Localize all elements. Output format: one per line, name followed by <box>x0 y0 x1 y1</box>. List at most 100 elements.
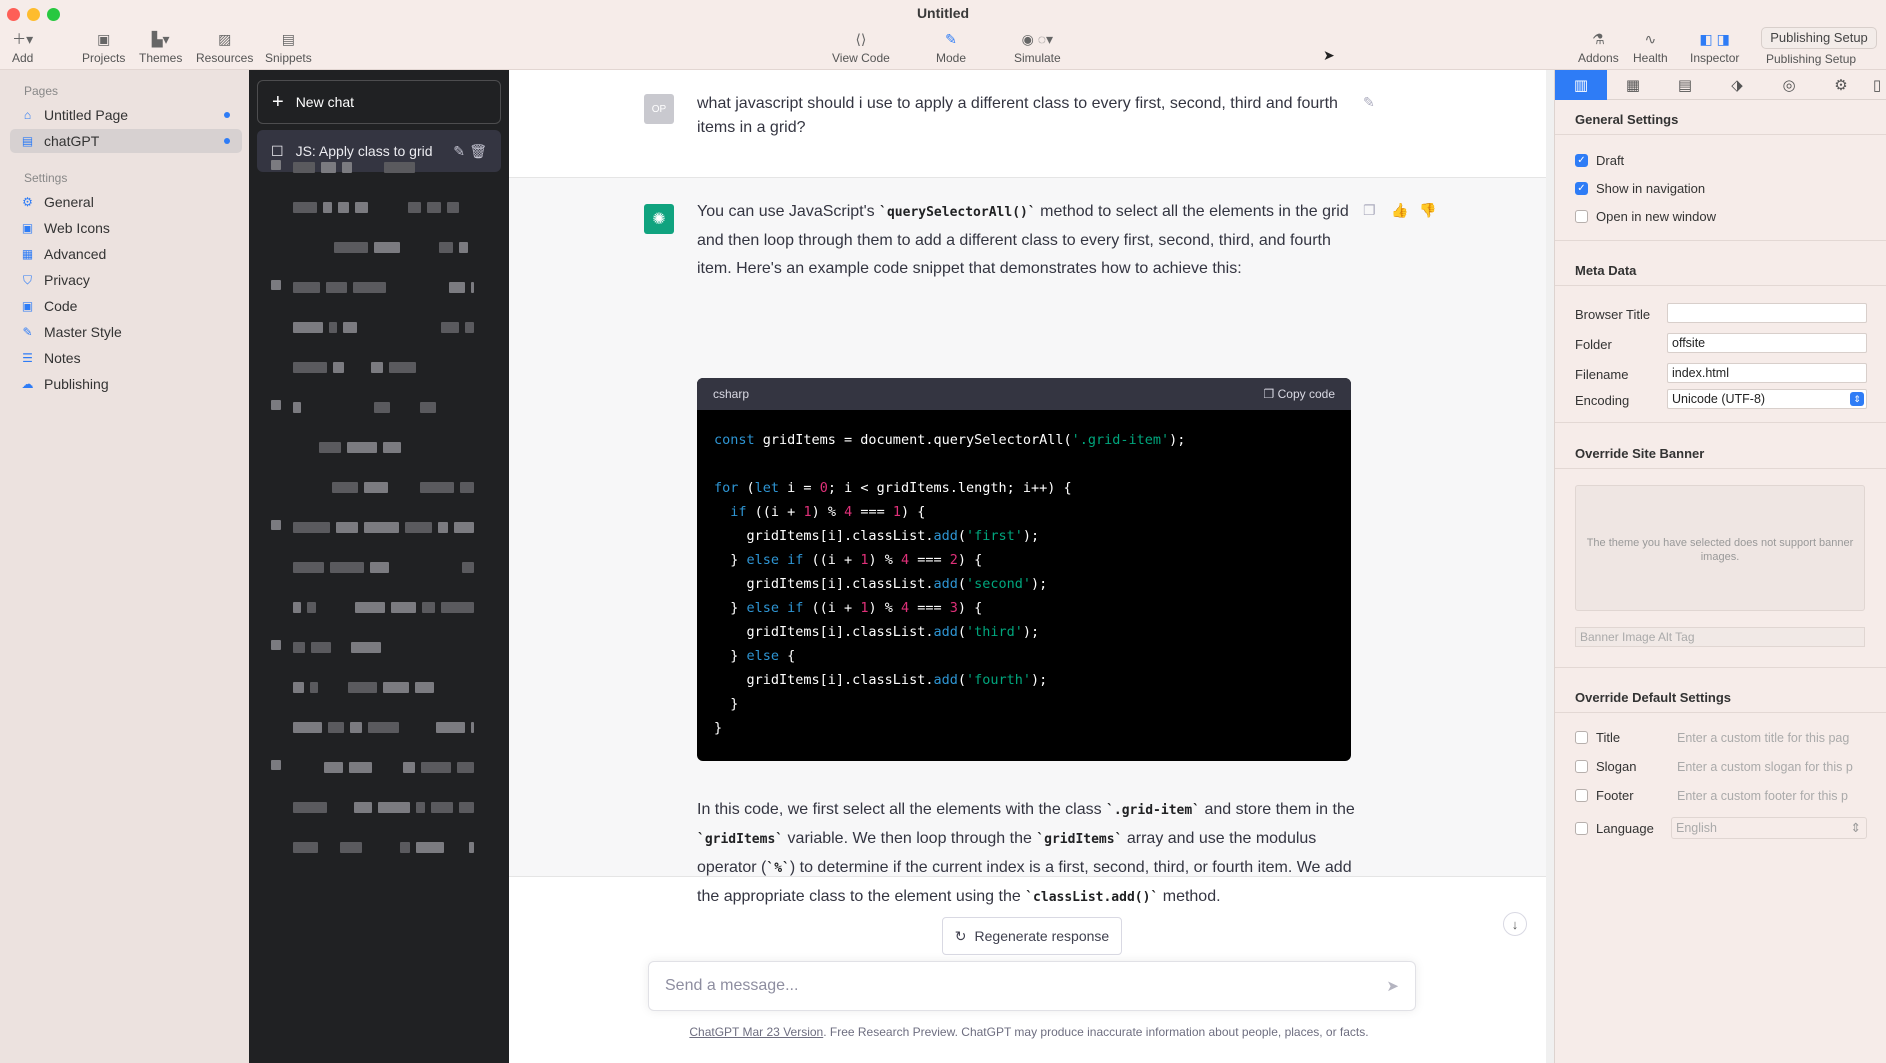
redacted-block <box>293 362 327 373</box>
redacted-block <box>293 322 323 333</box>
shield-icon: ⛉ <box>22 272 32 287</box>
redacted-block <box>459 242 468 253</box>
chatgpt-logo-icon: ✺ <box>644 204 674 234</box>
mode-button[interactable]: ✎ Mode <box>936 30 966 66</box>
redacted-block <box>378 802 410 813</box>
redacted-block <box>271 760 281 770</box>
language-override-checkbox[interactable]: Language <box>1575 821 1654 836</box>
redacted-block <box>459 802 474 813</box>
chat-history-sidebar: + New chat ☐ JS: Apply class to grid ✎ 🗑 <box>249 70 509 1063</box>
settings-tab[interactable]: ⚙ <box>1815 70 1867 100</box>
extra-tab[interactable]: ▯ <box>1867 70 1886 100</box>
edit-message-icon[interactable]: ✎ <box>1363 94 1375 111</box>
thumbs-up-icon[interactable]: 👍 <box>1391 202 1408 219</box>
health-button[interactable]: ∿ Health <box>1633 30 1668 66</box>
toolbar: Untitled ＋▾ Add ▣ Projects ▙▾ Themes ▨ Resou… <box>0 0 1886 70</box>
title-override-input[interactable]: Enter a custom title for this pag <box>1673 728 1867 748</box>
style-tab[interactable]: ⬗ <box>1711 70 1763 100</box>
resources-button[interactable]: ▨ Resources <box>196 30 253 66</box>
snippets-button[interactable]: ▤ Snippets <box>265 30 312 66</box>
redacted-block <box>326 282 347 293</box>
message-input[interactable]: Send a message... ➤ <box>648 961 1416 1011</box>
language-select[interactable]: English ⇕ <box>1671 817 1867 839</box>
redacted-block <box>421 762 451 773</box>
settings-item-privacy[interactable]: ⛉ Privacy <box>10 268 242 292</box>
refresh-icon: ↻ <box>954 927 967 944</box>
scroll-down-button[interactable]: ↓ <box>1503 912 1527 936</box>
browser-title-input[interactable] <box>1667 303 1867 323</box>
new-chat-button[interactable]: + New chat <box>257 80 501 124</box>
app-window: Untitled ＋▾ Add ▣ Projects ▙▾ Themes ▨ Resou… <box>0 0 1886 1063</box>
draft-checkbox[interactable]: ✓ Draft <box>1575 153 1624 168</box>
add-button[interactable]: ＋▾ Add <box>12 30 33 65</box>
settings-item-publishing[interactable]: ☁ Publishing <box>10 372 242 396</box>
show-in-nav-checkbox[interactable]: ✓ Show in navigation <box>1575 181 1705 196</box>
target-tab[interactable]: ◎ <box>1763 70 1815 100</box>
browser-title-label: Browser Title <box>1575 307 1651 322</box>
chevron-updown-icon: ⇕ <box>1850 821 1861 835</box>
checkbox-empty <box>1575 789 1588 802</box>
settings-item-master-style[interactable]: ✎ Master Style <box>10 320 242 344</box>
themes-button[interactable]: ▙▾ Themes <box>139 30 182 66</box>
view-code-button[interactable]: ⟨⟩ View Code <box>832 30 890 66</box>
assistant-message-row: ✺ You can use JavaScript's `querySelecto… <box>509 178 1549 905</box>
encoding-label: Encoding <box>1575 393 1630 408</box>
simulate-button[interactable]: ◉ ◌▾ Simulate <box>1014 30 1061 66</box>
slogan-override-input[interactable]: Enter a custom slogan for this p <box>1673 757 1867 777</box>
redacted-block <box>364 482 388 493</box>
page-item-chatgpt[interactable]: ▤ chatGPT <box>10 129 242 153</box>
send-icon[interactable]: ➤ <box>1386 977 1399 995</box>
redacted-block <box>422 602 435 613</box>
settings-item-code[interactable]: ▣ Code <box>10 294 242 318</box>
redacted-block <box>271 400 281 410</box>
separator <box>1555 134 1886 135</box>
redacted-block <box>336 522 358 533</box>
inspector-button[interactable]: ◧ ◨ Inspector <box>1690 30 1739 66</box>
settings-item-advanced[interactable]: ▦ Advanced <box>10 242 242 266</box>
redacted-block <box>436 722 465 733</box>
encoding-select[interactable]: Unicode (UTF-8) ⇕ <box>1667 389 1867 409</box>
trash-icon[interactable]: 🗑 <box>469 143 487 160</box>
filename-input[interactable]: index.html <box>1667 363 1867 383</box>
redacted-block <box>348 682 377 693</box>
settings-item-notes[interactable]: ☰ Notes <box>10 346 242 370</box>
redacted-block <box>355 202 368 213</box>
version-link[interactable]: ChatGPT Mar 23 Version <box>689 1025 823 1039</box>
layout-tab[interactable]: ▦ <box>1607 70 1659 100</box>
wand-icon: ✎ <box>22 325 33 339</box>
copy-code-button[interactable]: ❐ Copy code <box>1264 387 1335 401</box>
title-override-checkbox[interactable]: Title <box>1575 730 1620 745</box>
banner-alt-input[interactable]: Banner Image Alt Tag <box>1575 627 1865 647</box>
table-tab[interactable]: ▤ <box>1659 70 1711 100</box>
snippet-icon: ▤ <box>281 30 295 47</box>
copy-icon[interactable]: ❐ <box>1363 202 1376 219</box>
settings-item-general[interactable]: ⚙ General <box>10 190 242 214</box>
redacted-block <box>342 162 352 173</box>
user-avatar: OP <box>644 94 674 124</box>
page-inspector-tab[interactable]: ▥ <box>1555 70 1607 100</box>
banner-image-well[interactable]: The theme you have selected does not sup… <box>1575 485 1865 611</box>
edit-icon[interactable]: ✎ <box>453 143 465 160</box>
projects-button[interactable]: ▣ Projects <box>82 30 125 66</box>
regenerate-button[interactable]: ↻ Regenerate response <box>942 917 1122 955</box>
slogan-override-checkbox[interactable]: Slogan <box>1575 759 1636 774</box>
redacted-block <box>354 802 372 813</box>
chat-scrollbar[interactable] <box>1546 70 1554 1063</box>
thumbs-down-icon[interactable]: 👎 <box>1419 202 1436 219</box>
notes-icon: ☰ <box>22 351 33 365</box>
open-new-window-checkbox[interactable]: Open in new window <box>1575 209 1716 224</box>
footer-override-checkbox[interactable]: Footer <box>1575 788 1634 803</box>
target-icon: ◎ <box>1782 77 1796 94</box>
redacted-block <box>293 682 304 693</box>
page-item-untitled[interactable]: ⌂ Untitled Page <box>10 103 242 127</box>
checkmark-icon: ✓ <box>1575 182 1588 195</box>
separator <box>1555 285 1886 286</box>
addons-button[interactable]: ⚗ Addons <box>1578 30 1619 66</box>
settings-item-web-icons[interactable]: ▣ Web Icons <box>10 216 242 240</box>
folder-input[interactable]: offsite <box>1667 333 1867 353</box>
publishing-setup-button[interactable]: Publishing Setup <box>1761 27 1877 49</box>
inspector-tabs: ▥ ▦ ▤ ⬗ ◎ ⚙ ▯ <box>1555 70 1886 100</box>
eye-icon: ◉ ◌▾ <box>1021 30 1054 47</box>
footer-override-input[interactable]: Enter a custom footer for this p <box>1673 786 1867 806</box>
page-layout-icon: ▥ <box>1573 77 1589 94</box>
